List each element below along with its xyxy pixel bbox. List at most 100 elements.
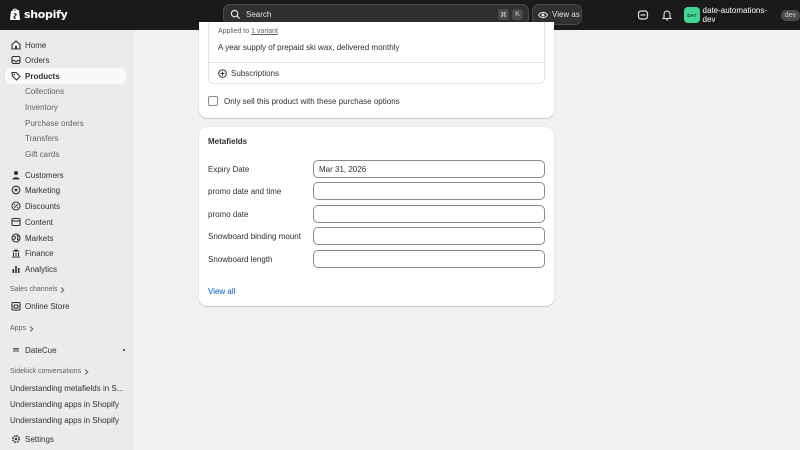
eye-icon <box>538 11 548 18</box>
selling-plan-description: A year supply of prepaid ski wax, delive… <box>218 43 400 52</box>
bell-icon[interactable] <box>661 9 673 21</box>
target-icon <box>11 185 21 195</box>
only-sell-option[interactable]: Only sell this product with these purcha… <box>208 96 400 106</box>
search-placeholder: Search <box>246 10 272 19</box>
sidebar-item-label: Settings <box>25 434 54 444</box>
sidebar-item-datecue[interactable]: DateCue <box>5 342 126 358</box>
app-status-dot <box>123 349 125 351</box>
sidebar: Home Orders Products Collections Invento… <box>0 30 133 450</box>
metafield-label-promo-date: promo date <box>208 210 249 219</box>
gear-icon <box>11 434 21 444</box>
subscriptions-label: Subscriptions <box>231 69 280 78</box>
tag-icon <box>11 71 21 81</box>
person-icon <box>12 171 20 180</box>
sidekick-conversation-item[interactable]: Understanding apps in Shopify <box>10 416 125 425</box>
chevron-right-icon <box>29 325 34 332</box>
sidebar-item-online-store[interactable]: Online Store <box>5 298 126 314</box>
shortcut-key-cmd: ⌘ <box>498 9 509 20</box>
sidebar-item-content[interactable]: Content <box>5 214 126 230</box>
store-name: date-automations-dev <box>702 6 768 24</box>
chevron-right-icon <box>61 286 66 293</box>
sidebar-item-label: Online Store <box>25 301 70 311</box>
applied-to-prefix: Applied to <box>218 28 250 35</box>
bank-icon <box>12 249 20 258</box>
sidebar-item-label: Discounts <box>25 201 61 211</box>
shortcut-key-k: K <box>512 9 523 20</box>
metafields-title: Metafields <box>208 137 248 146</box>
sidebar-item-label: Customers <box>25 170 64 180</box>
shopify-bag-icon <box>10 8 20 20</box>
sidebar-item-label: Markets <box>25 233 54 243</box>
orders-icon <box>11 55 21 65</box>
divider <box>209 62 544 63</box>
sidekick-conversation-item[interactable]: Understanding metafields in S... <box>10 384 125 393</box>
metafield-input-snowboard-binding-mount[interactable] <box>313 227 545 245</box>
applied-variant-link[interactable]: 1 variant <box>251 28 278 35</box>
metafield-input-promo-date-and-time[interactable] <box>313 182 545 200</box>
plus-circle-icon <box>218 69 227 78</box>
sidebar-item-label: Home <box>25 40 47 50</box>
view-all-metafields-link[interactable]: View all <box>208 287 235 296</box>
store-avatar: DAT <box>684 7 700 23</box>
sidekick-conversations-header[interactable]: Sidekick conversations <box>10 368 89 375</box>
sidebar-item-orders[interactable]: Orders <box>5 52 126 68</box>
metafield-label-snowboard-binding-mount: Snowboard binding mount <box>208 232 301 241</box>
metafield-input-expiry-date[interactable]: Mar 31, 2026 <box>313 160 545 178</box>
metafield-label-snowboard-length: Snowboard length <box>208 255 273 264</box>
sidebar-item-label: Orders <box>25 55 50 65</box>
logo-text: shopify <box>24 7 68 21</box>
content-icon <box>11 217 21 227</box>
sidebar-subitem-gift-cards[interactable]: Gift cards <box>25 150 59 159</box>
sidebar-item-discounts[interactable]: Discounts <box>5 198 126 214</box>
sidebar-subitem-inventory[interactable]: Inventory <box>25 103 58 112</box>
metafields-card: Metafields Expiry Date Mar 31, 2026 prom… <box>199 127 554 306</box>
shopify-logo[interactable]: shopify <box>9 7 68 21</box>
search-shortcut: ⌘ K <box>498 9 523 20</box>
sidebar-item-settings[interactable]: Settings <box>5 431 126 447</box>
sidekick-conversation-item[interactable]: Understanding apps in Shopify <box>10 400 125 409</box>
metafield-label-promo-date-and-time: promo date and time <box>208 187 282 196</box>
discount-icon <box>11 201 21 211</box>
bar-chart-icon <box>12 266 20 273</box>
sidebar-item-label: DateCue <box>25 345 57 355</box>
applied-to-text: Applied to 1 variant <box>218 28 278 35</box>
metafield-input-promo-date[interactable] <box>313 205 545 223</box>
sidebar-subitem-collections[interactable]: Collections <box>25 87 64 96</box>
sidebar-subitem-purchase-orders[interactable]: Purchase orders <box>25 119 84 128</box>
sales-channels-label: Sales channels <box>10 286 58 293</box>
sidebar-item-home[interactable]: Home <box>5 37 126 53</box>
sidebar-item-products[interactable]: Products <box>5 68 126 84</box>
sidebar-item-label: Finance <box>25 248 54 258</box>
purchase-options-card: Applied to 1 variant A year supply of pr… <box>199 22 554 118</box>
sidekick-icon[interactable] <box>637 9 649 21</box>
sidebar-item-finance[interactable]: Finance <box>5 245 126 261</box>
sales-channels-header[interactable]: Sales channels <box>10 286 66 293</box>
storefront-icon <box>11 301 21 311</box>
sidebar-item-label: Marketing <box>25 185 61 195</box>
home-icon <box>11 40 21 50</box>
metafield-input-snowboard-length[interactable] <box>313 250 545 268</box>
sidebar-item-customers[interactable]: Customers <box>5 167 126 183</box>
apps-label: Apps <box>10 325 26 332</box>
sidebar-item-label: Analytics <box>25 264 58 274</box>
search-icon <box>230 9 241 20</box>
sidekick-conversations-label: Sidekick conversations <box>10 368 82 375</box>
globe-icon <box>11 233 21 243</box>
sidebar-subitem-transfers[interactable]: Transfers <box>25 134 59 143</box>
sidebar-item-analytics[interactable]: Analytics <box>5 261 126 277</box>
sidebar-item-marketing[interactable]: Marketing <box>5 182 126 198</box>
only-sell-checkbox[interactable] <box>208 96 218 106</box>
app-icon <box>13 348 19 352</box>
metafield-label-expiry-date: Expiry Date <box>208 165 250 174</box>
selling-plan-box: Applied to 1 variant A year supply of pr… <box>208 22 545 84</box>
store-menu-button[interactable]: DAT date-automations-dev dev <box>684 6 800 24</box>
chevron-right-icon <box>84 368 89 375</box>
sidebar-item-label: Products <box>25 71 60 81</box>
only-sell-label: Only sell this product with these purcha… <box>224 96 400 106</box>
env-badge: dev <box>780 9 800 21</box>
view-as-label: View as <box>552 10 580 19</box>
sidebar-item-label: Content <box>25 217 54 227</box>
sidebar-item-markets[interactable]: Markets <box>5 230 126 246</box>
add-subscriptions-button[interactable]: Subscriptions <box>218 69 279 78</box>
apps-header[interactable]: Apps <box>10 325 34 332</box>
